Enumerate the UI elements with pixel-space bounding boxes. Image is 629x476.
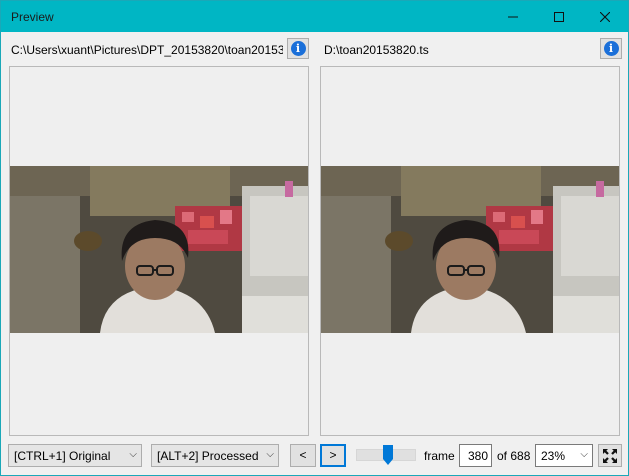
right-info-button[interactable]: i [600,38,622,59]
title-bar[interactable]: Preview [1,1,628,32]
minimize-icon [508,16,518,17]
maximize-icon [554,11,564,22]
chevron-down-icon: ⌵ [580,449,588,460]
frame-number-input[interactable]: 380 [459,444,492,467]
original-preview-pane[interactable] [9,66,309,436]
chevron-down-icon: ⌵ [266,449,274,460]
maximize-button[interactable] [536,1,582,32]
fullscreen-icon [603,448,617,463]
processed-preview-pane[interactable] [320,66,620,436]
frame-slider-thumb[interactable] [383,445,393,465]
left-path-bar: C:\Users\xuant\Pictures\DPT_20153820\toa… [1,38,311,60]
original-video-frame [10,166,308,333]
window-title: Preview [11,10,54,24]
chevron-down-icon: ⌵ [129,449,137,460]
processed-view-select[interactable]: [ALT+2] Processed ⌵ [151,444,279,467]
playback-toolbar: [CTRL+1] Original ⌵ [ALT+2] Processed ⌵ … [1,442,628,470]
left-file-path: C:\Users\xuant\Pictures\DPT_20153820\toa… [11,43,283,57]
frame-total-label: of 688 [497,449,531,463]
original-view-label: [CTRL+1] Original [14,449,111,463]
close-icon [600,11,610,22]
zoom-select[interactable]: 23% ⌵ [535,444,593,467]
processed-video-frame [321,166,619,333]
info-icon: i [290,41,306,56]
preview-window: Preview C:\Users\xuant\Pictures\DPT_2015… [0,0,629,476]
right-file-path: D:\toan20153820.ts [324,43,429,57]
webcam-frame-processed-image [321,166,619,333]
fullscreen-button[interactable] [598,444,622,467]
next-frame-button[interactable]: > [320,444,346,467]
info-icon: i [603,41,619,56]
right-path-bar: D:\toan20153820.ts i [311,38,628,60]
left-info-button[interactable]: i [287,38,309,59]
close-button[interactable] [582,1,628,32]
processed-view-label: [ALT+2] Processed [157,449,259,463]
webcam-frame-original-image [10,166,308,333]
frame-label: frame [424,449,455,463]
original-view-select[interactable]: [CTRL+1] Original ⌵ [8,444,142,467]
previous-frame-button[interactable]: < [290,444,316,467]
zoom-value: 23% [541,449,566,463]
minimize-button[interactable] [490,1,536,32]
